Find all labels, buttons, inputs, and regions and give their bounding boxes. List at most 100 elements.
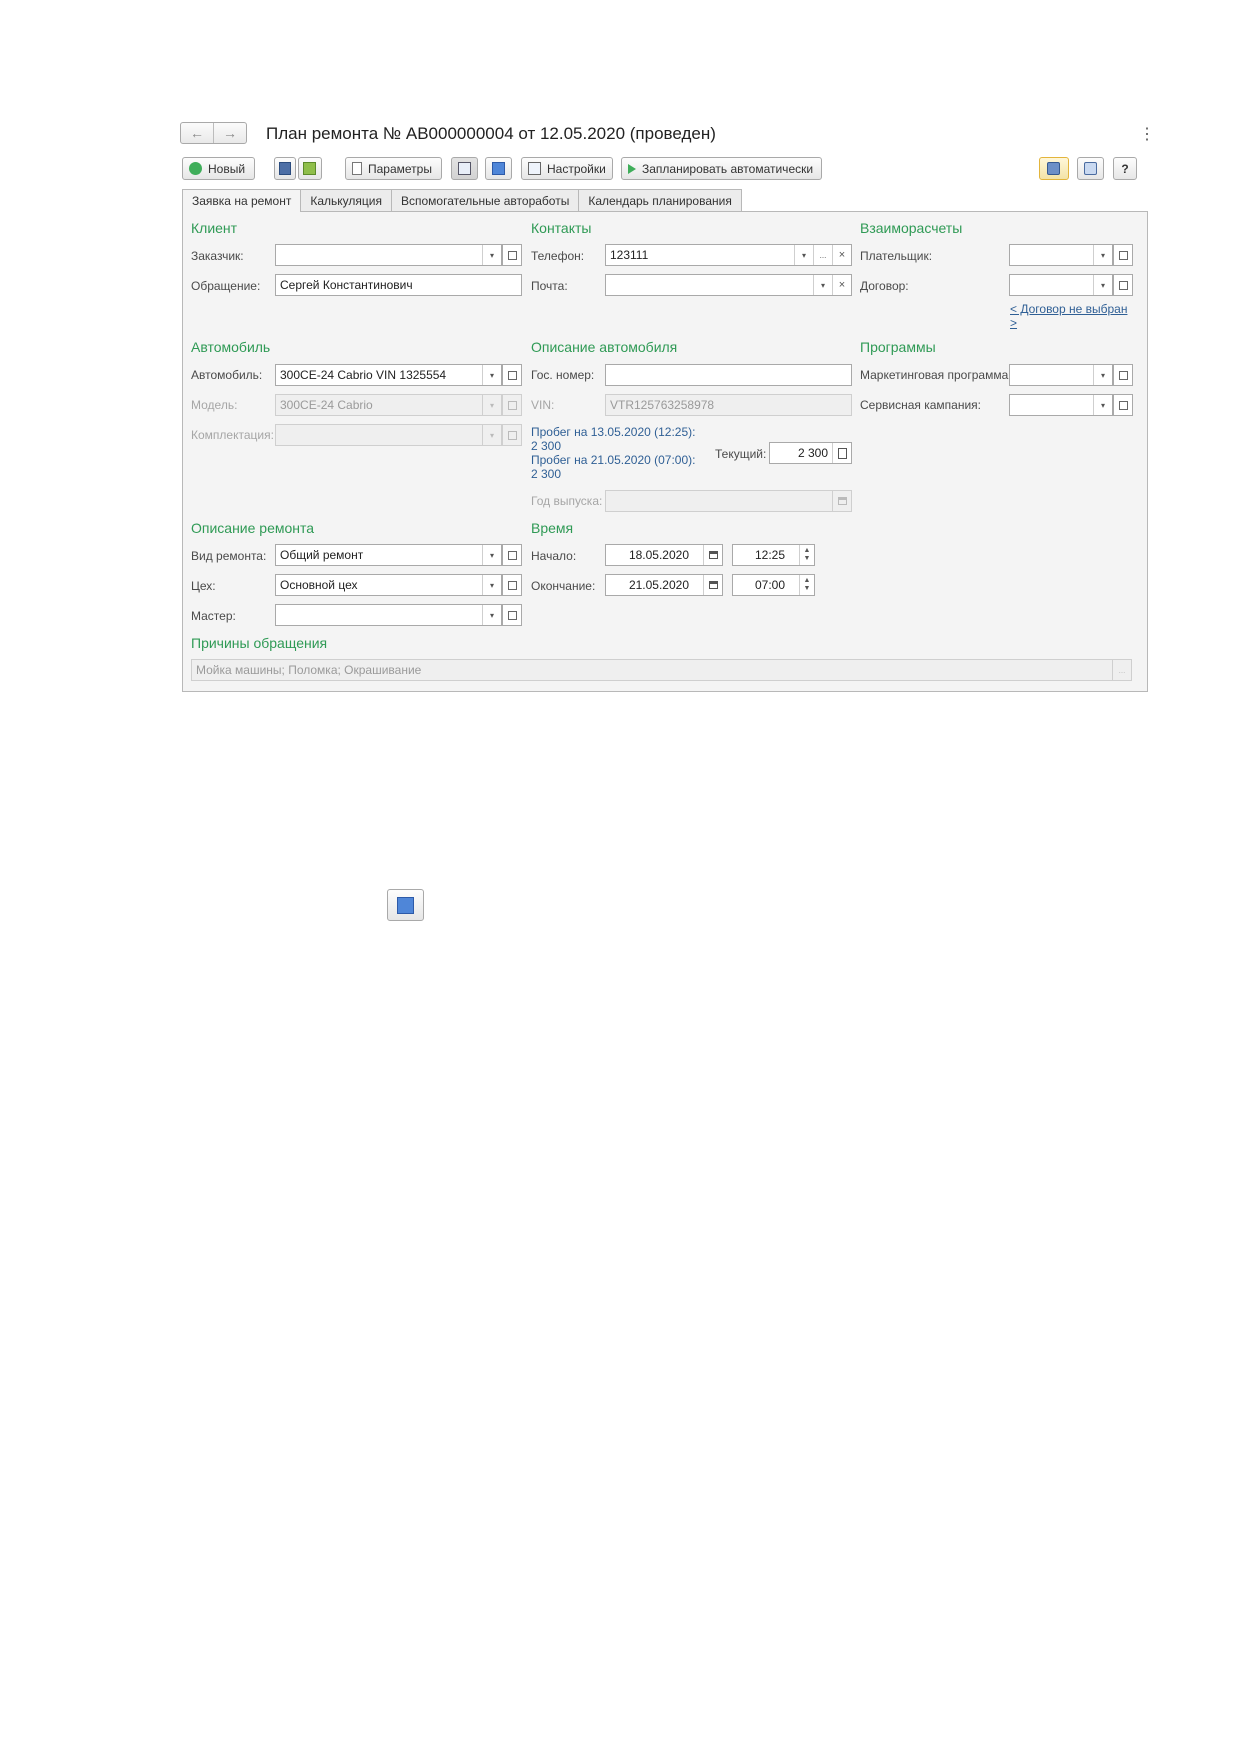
service-campaign-field[interactable]: ▾ — [1009, 394, 1113, 416]
open-icon — [507, 550, 517, 560]
contract-not-selected-link[interactable]: < Договор не выбран > — [1010, 302, 1130, 330]
open-equipment-button — [502, 424, 522, 446]
params-button-label: Параметры — [368, 161, 432, 176]
tab-calculation[interactable]: Калькуляция — [300, 189, 392, 211]
end-time-field[interactable]: 07:00 ▲ ▼ — [732, 574, 815, 596]
marketing-program-field[interactable]: ▾ — [1009, 364, 1113, 386]
master-field[interactable]: ▾ — [275, 604, 502, 626]
open-payer-button[interactable] — [1113, 244, 1133, 266]
chevron-down-icon[interactable]: ▾ — [482, 365, 501, 385]
chevron-down-icon[interactable]: ▾ — [1093, 275, 1112, 295]
structure-button[interactable] — [451, 157, 478, 180]
tab-repair-request[interactable]: Заявка на ремонт — [182, 189, 302, 212]
tab-planning-calendar[interactable]: Календарь планирования — [578, 189, 742, 211]
open-icon — [507, 250, 517, 260]
plan-automatically-label: Запланировать автоматически — [642, 161, 814, 176]
contract-field[interactable]: ▾ — [1009, 274, 1113, 296]
mileage-1-label: Пробег на 13.05.2020 (12:25): — [531, 425, 696, 439]
start-label: Начало: — [531, 549, 577, 563]
model-field: 300CE-24 Cabrio ▾ — [275, 394, 502, 416]
mileage-1-value: 2 300 — [531, 439, 562, 453]
photo-button[interactable] — [1077, 157, 1104, 180]
end-date-field[interactable]: 21.05.2020 — [605, 574, 723, 596]
calendar-icon[interactable] — [703, 575, 722, 595]
settings-button-label: Настройки — [547, 161, 606, 176]
open-shop-button[interactable] — [502, 574, 522, 596]
params-button[interactable]: Параметры — [345, 157, 442, 180]
customer-field[interactable]: ▾ — [275, 244, 502, 266]
phone-label: Телефон: — [531, 249, 585, 263]
open-icon — [507, 610, 517, 620]
vin-label: VIN: — [531, 398, 555, 412]
chevron-down-icon[interactable]: ▾ — [482, 575, 501, 595]
repair-type-field[interactable]: Общий ремонт ▾ — [275, 544, 502, 566]
save-button[interactable] — [274, 157, 296, 180]
create-based-on-floating-button[interactable] — [387, 889, 424, 921]
calendar-icon[interactable] — [703, 545, 722, 565]
car-label: Автомобиль: — [191, 368, 263, 382]
equipment-field: ▾ — [275, 424, 502, 446]
marketing-program-label: Маркетинговая программа: — [860, 368, 1012, 382]
plate-field[interactable] — [605, 364, 852, 386]
payer-field[interactable]: ▾ — [1009, 244, 1113, 266]
play-icon — [628, 163, 636, 174]
model-label: Модель: — [191, 398, 238, 412]
clear-icon[interactable]: × — [832, 275, 851, 295]
shop-field[interactable]: Основной цех ▾ — [275, 574, 502, 596]
time-spinner[interactable]: ▲ ▼ — [799, 575, 814, 595]
open-icon — [1118, 280, 1128, 290]
calculator-icon[interactable] — [832, 443, 851, 463]
create-based-icon — [397, 896, 414, 914]
more-actions-icon[interactable]: ⋮ — [1139, 124, 1155, 144]
forward-button[interactable]: → — [214, 123, 246, 143]
open-service-campaign-button[interactable] — [1113, 394, 1133, 416]
start-date-field[interactable]: 18.05.2020 — [605, 544, 723, 566]
chevron-down-icon[interactable]: ▾ — [1093, 365, 1112, 385]
phone-field[interactable]: 123111 ▾ ... × — [605, 244, 852, 266]
chevron-down-icon[interactable]: ▾ — [1093, 245, 1112, 265]
open-marketing-program-button[interactable] — [1113, 364, 1133, 386]
post-icon — [303, 162, 316, 175]
tab-auxiliary-works[interactable]: Вспомогательные автоработы — [390, 189, 580, 211]
open-customer-button[interactable] — [502, 244, 522, 266]
form-tabs: Заявка на ремонт Калькуляция Вспомогател… — [182, 189, 742, 212]
year-label: Год выпуска: — [531, 494, 603, 508]
back-button[interactable]: ← — [181, 123, 214, 143]
help-button[interactable]: ? — [1113, 157, 1137, 180]
chevron-down-icon[interactable]: ▾ — [482, 545, 501, 565]
mileage-2-label: Пробег на 21.05.2020 (07:00): — [531, 453, 696, 467]
car-view-button[interactable] — [1039, 157, 1069, 180]
open-car-button[interactable] — [502, 364, 522, 386]
car-field[interactable]: 300CE-24 Cabrio VIN 1325554 ▾ — [275, 364, 502, 386]
select-ellipsis-button[interactable]: ... — [813, 245, 832, 265]
plan-automatically-button[interactable]: Запланировать автоматически — [621, 157, 822, 180]
open-master-button[interactable] — [502, 604, 522, 626]
chevron-down-icon[interactable]: ▾ — [1093, 395, 1112, 415]
post-and-close-button[interactable] — [298, 157, 322, 180]
open-icon — [1118, 250, 1128, 260]
chevron-down-icon[interactable]: ▾ — [794, 245, 813, 265]
car-icon — [1047, 162, 1060, 175]
camera-icon — [1084, 162, 1097, 175]
end-label: Окончание: — [531, 579, 596, 593]
create-based-on-button[interactable] — [485, 157, 512, 180]
current-mileage-field[interactable]: 2 300 — [769, 442, 852, 464]
new-button[interactable]: Новый — [182, 157, 255, 180]
section-client: Клиент — [191, 220, 238, 236]
chevron-down-icon[interactable]: ▾ — [813, 275, 832, 295]
address-field[interactable]: Сергей Константинович — [275, 274, 522, 296]
payer-label: Плательщик: — [860, 249, 933, 263]
start-time-field[interactable]: 12:25 ▲ ▼ — [732, 544, 815, 566]
chevron-down-icon[interactable]: ▾ — [482, 605, 501, 625]
save-icon — [279, 162, 291, 175]
email-field[interactable]: ▾ × — [605, 274, 852, 296]
open-repair-type-button[interactable] — [502, 544, 522, 566]
open-contract-button[interactable] — [1113, 274, 1133, 296]
time-spinner[interactable]: ▲ ▼ — [799, 545, 814, 565]
settings-button[interactable]: Настройки — [521, 157, 613, 180]
select-ellipsis-button[interactable]: ... — [1112, 660, 1131, 680]
clear-icon[interactable]: × — [832, 245, 851, 265]
current-mileage-label: Текущий: — [715, 447, 767, 461]
chevron-down-icon[interactable]: ▾ — [482, 245, 501, 265]
create-based-icon — [492, 162, 505, 175]
